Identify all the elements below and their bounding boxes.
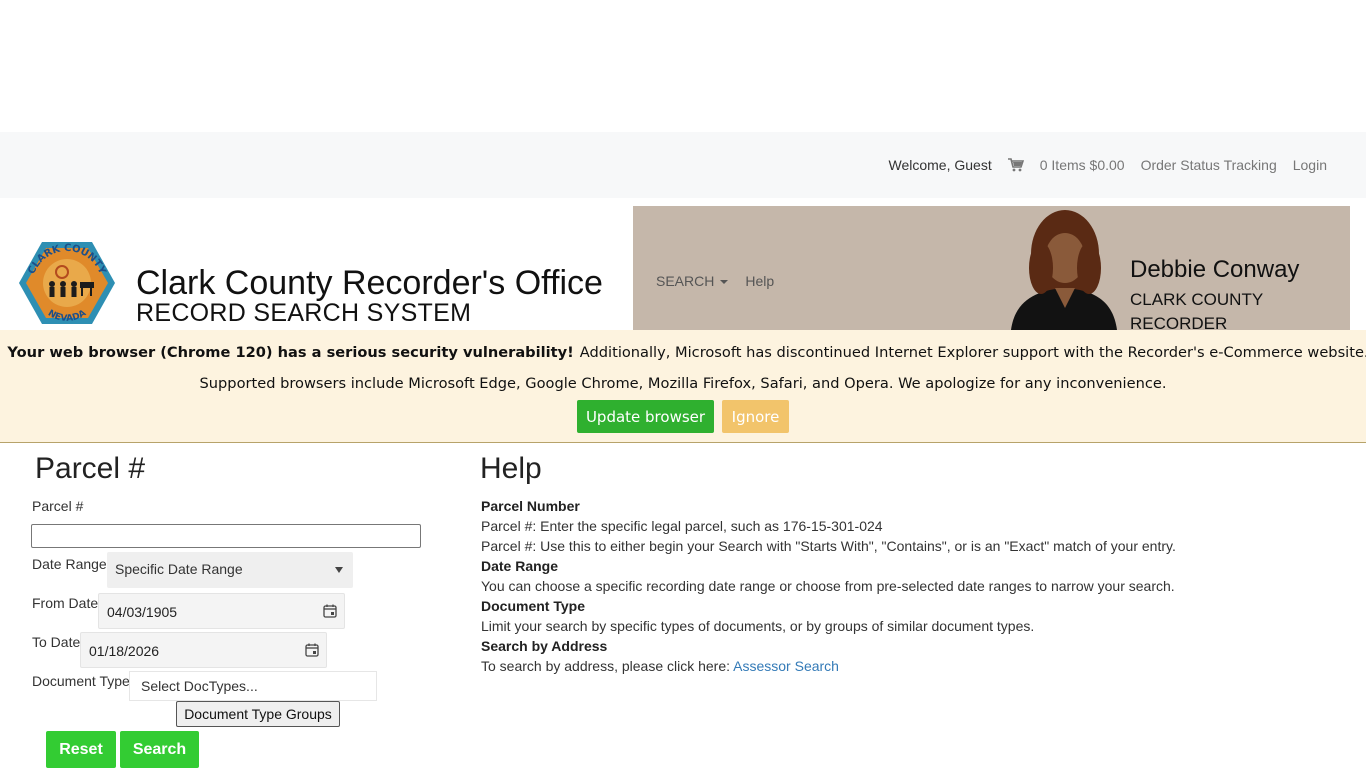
to-date-input[interactable]: 01/18/2026 — [80, 632, 327, 668]
browser-warning-banner: Your web browser (Chrome 120) has a seri… — [0, 330, 1366, 443]
update-browser-button[interactable]: Update browser — [577, 400, 714, 433]
to-date-value: 01/18/2026 — [89, 643, 160, 659]
cart-link[interactable]: 0 Items $0.00 — [1007, 157, 1125, 173]
help-date-range-title: Date Range — [481, 558, 559, 574]
shopping-cart-icon — [1007, 158, 1024, 172]
help-address-text: To search by address, please click here: — [481, 658, 734, 674]
form-heading: Parcel # — [35, 452, 146, 485]
site-subtitle: RECORD SEARCH SYSTEM — [136, 299, 472, 327]
date-range-value: Specific Date Range — [115, 561, 243, 577]
site-title: Clark County Recorder's Office — [136, 264, 603, 302]
help-link[interactable]: Help — [745, 273, 774, 289]
supported-browsers-text: Supported browsers include Microsoft Edg… — [199, 375, 1167, 392]
help-parcel-number-title: Parcel Number — [481, 498, 580, 514]
reset-button[interactable]: Reset — [46, 731, 116, 768]
document-type-placeholder: Select DocTypes... — [141, 678, 258, 694]
parcel-input[interactable] — [31, 524, 421, 548]
recorder-photo — [1011, 210, 1117, 330]
from-date-value: 04/03/1905 — [107, 604, 178, 620]
document-type-input[interactable]: Select DocTypes... — [129, 671, 377, 701]
warning-bold-text: Your web browser (Chrome 120) has a seri… — [7, 344, 574, 361]
help-date-range-text: You can choose a specific recording date… — [481, 578, 1175, 594]
date-range-select[interactable]: Specific Date Range — [107, 552, 353, 588]
clark-county-logo[interactable]: CLARK COUNTY NEVADA — [18, 240, 116, 326]
cart-summary: 0 Items $0.00 — [1039, 157, 1125, 173]
chevron-down-icon — [720, 280, 729, 285]
header-banner: SEARCH Help Debbie Conway CLARK COUNTY R… — [633, 206, 1350, 330]
search-menu[interactable]: SEARCH — [656, 273, 729, 289]
recorder-title-line1: CLARK COUNTY — [1130, 290, 1264, 309]
parcel-label: Parcel # — [32, 498, 84, 514]
order-status-link[interactable]: Order Status Tracking — [1141, 157, 1277, 173]
recorder-title-line2: RECORDER — [1130, 314, 1228, 330]
help-parcel-line2: Parcel #: Use this to either begin your … — [481, 538, 1176, 554]
assessor-search-link[interactable]: Assessor Search — [733, 658, 839, 674]
chevron-down-icon — [335, 567, 343, 573]
from-date-label: From Date — [32, 595, 99, 611]
help-document-type-text: Limit your search by specific types of d… — [481, 618, 1035, 634]
date-range-label: Date Range — [32, 556, 107, 572]
document-type-groups-button[interactable]: Document Type Groups — [176, 701, 340, 727]
from-date-input[interactable]: 04/03/1905 — [98, 593, 345, 629]
document-type-label: Document Type — [32, 673, 130, 689]
welcome-text: Welcome, Guest — [888, 157, 992, 173]
help-heading: Help — [480, 452, 542, 485]
help-document-type-title: Document Type — [481, 598, 585, 614]
search-button[interactable]: Search — [120, 731, 199, 768]
ignore-button[interactable]: Ignore — [722, 400, 789, 433]
help-address-title: Search by Address — [481, 638, 608, 654]
help-address-line: To search by address, please click here:… — [481, 658, 839, 674]
top-bar: Welcome, Guest 0 Items $0.00 Order Statu… — [0, 132, 1366, 198]
help-parcel-line1: Parcel #: Enter the specific legal parce… — [481, 518, 883, 534]
main-nav: SEARCH Help — [656, 273, 774, 289]
recorder-name: Debbie Conway — [1130, 256, 1300, 283]
login-link[interactable]: Login — [1293, 157, 1327, 173]
to-date-label: To Date — [32, 634, 81, 650]
calendar-icon[interactable] — [323, 604, 337, 618]
warning-text: Additionally, Microsoft has discontinued… — [579, 344, 1366, 361]
search-menu-label: SEARCH — [656, 273, 715, 289]
calendar-icon[interactable] — [305, 643, 319, 657]
